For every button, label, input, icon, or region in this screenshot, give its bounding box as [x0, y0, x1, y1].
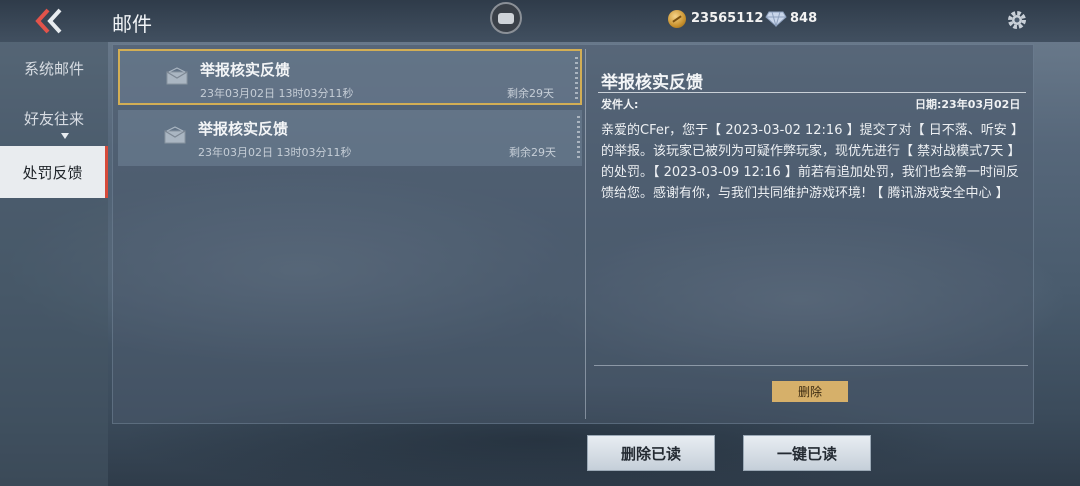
coin-balance: 23565112 [691, 11, 764, 26]
chat-button[interactable] [490, 2, 522, 34]
mail-remaining-days: 剩余29天 [509, 146, 556, 159]
envelope-icon [164, 126, 186, 144]
sender-label: 发件人: [601, 98, 639, 111]
top-bar: 邮件 23565112 848 [0, 0, 1080, 42]
delete-read-button[interactable]: 删除已读 [587, 435, 715, 471]
mark-all-read-button[interactable]: 一键已读 [743, 435, 871, 471]
sidebar-item-friends[interactable]: 好友往来 [0, 92, 108, 144]
diamond-icon [765, 11, 787, 27]
list-scroll-indicator [575, 57, 578, 101]
detail-title-underline [598, 92, 1026, 93]
delete-mail-button[interactable]: 删除 [772, 381, 848, 402]
sidebar: 系统邮件 好友往来 处罚反馈 [0, 42, 108, 486]
envelope-icon [166, 67, 188, 85]
detail-footer-divider [594, 365, 1028, 366]
back-button[interactable] [30, 6, 70, 36]
mail-body: 亲爱的CFer，您于【 2023-03-02 12:16 】提交了对【 日不落、… [601, 123, 1021, 201]
page-title: 邮件 [112, 12, 152, 36]
mail-date: 23年03月02日 13时03分11秒 [198, 146, 352, 159]
list-scroll-indicator [577, 116, 580, 160]
gear-icon[interactable] [1006, 9, 1028, 31]
coin-icon [668, 10, 686, 28]
mail-title: 举报核实反馈 [198, 120, 289, 138]
chevron-down-icon [61, 133, 69, 139]
mail-item[interactable]: 举报核实反馈 23年03月02日 13时03分11秒 剩余29天 [118, 49, 582, 105]
mail-item[interactable]: 举报核实反馈 23年03月02日 13时03分11秒 剩余29天 [118, 110, 582, 166]
mail-remaining-days: 剩余29天 [507, 87, 554, 100]
chat-icon [498, 12, 514, 24]
sidebar-item-system-mail[interactable]: 系统邮件 [0, 42, 108, 94]
detail-title: 举报核实反馈 [601, 73, 703, 93]
back-arrow-icon [35, 8, 62, 34]
mail-detail-date: 日期:23年03月02日 [915, 98, 1021, 111]
panel-divider [585, 49, 586, 419]
mail-date: 23年03月02日 13时03分11秒 [200, 87, 354, 100]
mail-title: 举报核实反馈 [200, 61, 291, 79]
sidebar-item-penalty-feedback[interactable]: 处罚反馈 [0, 146, 108, 198]
diamond-balance: 848 [790, 11, 818, 26]
